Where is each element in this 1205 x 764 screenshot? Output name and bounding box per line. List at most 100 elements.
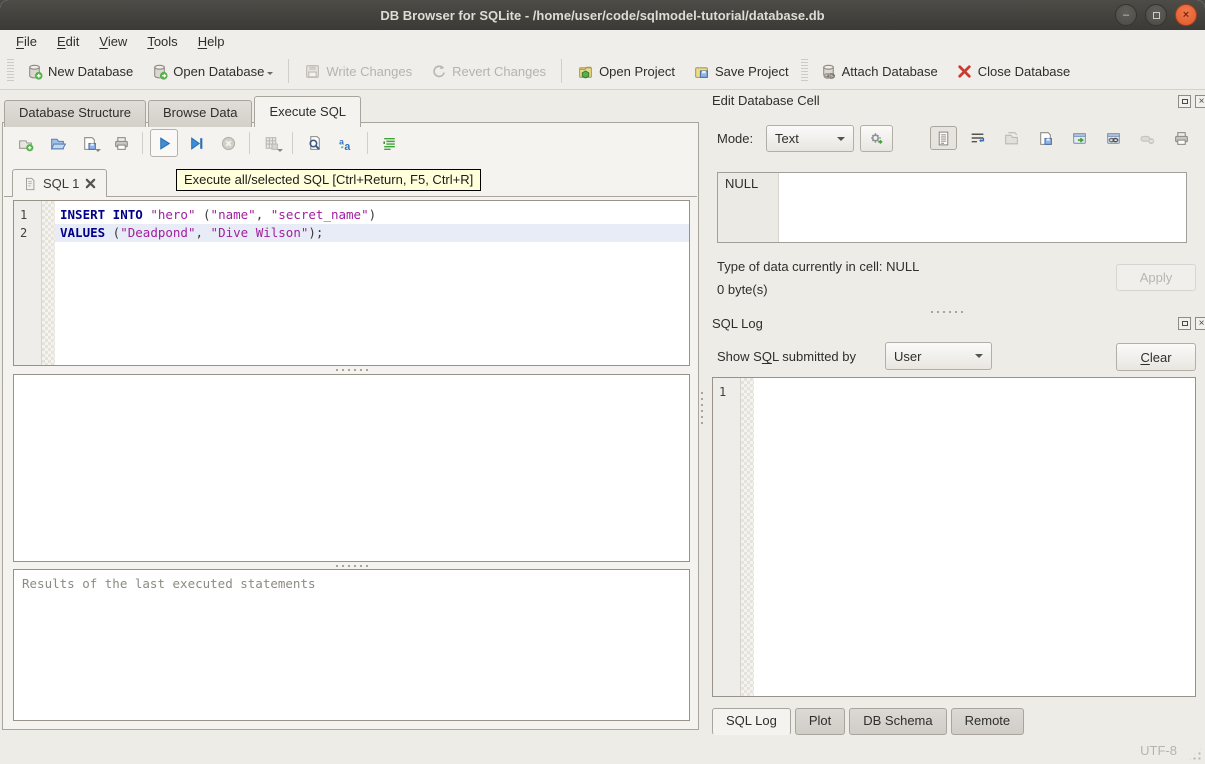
sql-editor[interactable]: 12 INSERT INTO "hero" ("name", "secret_n… [13,200,690,366]
save-sql-file-button[interactable] [75,129,103,157]
text-mode-button[interactable] [930,126,957,150]
find-button[interactable] [300,129,328,157]
main-toolbar: New Database Open Database Write Changes… [0,53,1205,90]
toolbar-drag-handle[interactable] [801,59,808,83]
sql-editor-fold-margin [42,201,55,365]
new-database-button[interactable]: New Database [17,58,142,85]
tab-browse-data[interactable]: Browse Data [148,100,252,127]
menu-file[interactable]: File [6,32,47,51]
close-tab-icon[interactable] [85,178,96,189]
open-database-dropdown-icon[interactable] [267,72,273,78]
sql-code-line[interactable]: VALUES ("Deadpond", "Dive Wilson"); [55,224,689,242]
close-dock-icon[interactable]: × [1195,95,1205,108]
status-bar: UTF-8 [0,736,1205,764]
toolbar-separator [561,59,562,83]
cell-settings-button[interactable] [860,125,893,152]
open-in-external-app-button[interactable] [1066,126,1093,150]
maximize-icon[interactable] [1145,4,1167,26]
word-wrap-icon [969,130,986,147]
dock-splitter[interactable] [928,310,964,314]
export-cell-data-button[interactable] [1032,126,1059,150]
execute-all-button[interactable] [150,129,178,157]
log-line-number: 1 [719,383,740,401]
execute-current-line-button[interactable] [182,129,210,157]
open-external-icon [1071,130,1088,147]
window-title: DB Browser for SQLite - /home/user/code/… [380,8,824,23]
text-document-icon [935,130,952,147]
attach-database-button[interactable]: Attach Database [811,58,947,85]
float-dock-icon[interactable] [1178,95,1191,108]
auto-completion-button[interactable]: aa [332,129,360,157]
cell-editor[interactable]: NULL [717,172,1187,243]
copy-link-button[interactable] [1100,126,1127,150]
open-database-icon [151,63,168,80]
main-splitter[interactable] [700,390,704,424]
save-file-dropdown-icon[interactable] [95,149,101,155]
sql-log-content[interactable] [754,378,1195,696]
cell-editor-text[interactable] [779,173,1186,242]
set-null-button[interactable] [1134,126,1161,150]
format-sql-button[interactable] [375,129,403,157]
tab-sql-log[interactable]: SQL Log [712,708,791,735]
sql-toolbar-separator [367,132,368,154]
print-sql-button[interactable] [107,129,135,157]
cell-value: NULL [718,173,779,242]
open-file-disabled-icon [1003,130,1020,147]
menu-edit[interactable]: Edit [47,32,89,51]
word-wrap-button[interactable] [964,126,991,150]
tab-execute-sql[interactable]: Execute SQL [254,96,361,127]
encoding-indicator: UTF-8 [1140,743,1177,758]
sql-code-line[interactable]: INSERT INTO "hero" ("name", "secret_name… [55,206,689,224]
tab-database-structure[interactable]: Database Structure [4,100,146,127]
tab-remote[interactable]: Remote [951,708,1025,735]
sql1-tab-label: SQL 1 [43,176,79,191]
sql-editor-code[interactable]: INSERT INTO "hero" ("name", "secret_name… [55,201,689,365]
sql-log-filter-select[interactable]: User [885,342,992,370]
write-changes-button[interactable]: Write Changes [295,58,421,85]
print-cell-button[interactable] [1168,126,1195,150]
menu-tools[interactable]: Tools [137,32,187,51]
float-dock-icon[interactable] [1178,317,1191,330]
results-messages[interactable]: Results of the last executed statements [13,569,690,721]
open-project-button[interactable]: Open Project [568,58,684,85]
menu-help[interactable]: Help [188,32,235,51]
import-cell-data-button[interactable] [998,126,1025,150]
editor-results-splitter[interactable] [333,368,369,372]
new-sql-tab-button[interactable] [11,129,39,157]
titlebar[interactable]: DB Browser for SQLite - /home/user/code/… [0,0,1205,30]
close-database-button[interactable]: Close Database [947,58,1080,85]
tab-plot[interactable]: Plot [795,708,845,735]
print-icon [1173,130,1190,147]
mode-select[interactable]: Text [766,125,854,152]
minimize-icon[interactable]: – [1115,4,1137,26]
results-messages-splitter[interactable] [333,564,369,568]
toolbar-separator [288,59,289,83]
apply-button[interactable]: Apply [1116,264,1196,291]
menu-view[interactable]: View [89,32,137,51]
close-dock-icon[interactable]: × [1195,317,1205,330]
svg-text:a: a [339,136,344,146]
sql-toolbar: aa [11,129,403,157]
chevron-down-icon [837,137,845,145]
auto-completion-icon: aa [338,135,355,152]
link-icon [1105,130,1122,147]
sql-editor-gutter: 12 [14,201,42,365]
results-grid[interactable] [13,374,690,562]
sql-log-editor[interactable]: 1 [712,377,1196,697]
toolbar-drag-handle[interactable] [7,59,14,83]
tab-db-schema[interactable]: DB Schema [849,708,946,735]
save-project-button[interactable]: Save Project [684,58,798,85]
revert-changes-button[interactable]: Revert Changes [421,58,555,85]
sql1-tab[interactable]: SQL 1 [12,169,107,197]
gear-icon [868,130,885,147]
open-sql-file-button[interactable] [43,129,71,157]
stop-execution-button[interactable] [214,129,242,157]
clear-log-button[interactable]: Clear [1116,343,1196,371]
main-tab-bar: Database Structure Browse Data Execute S… [4,96,363,127]
close-icon[interactable]: × [1175,4,1197,26]
save-project-icon [693,63,710,80]
open-database-button[interactable]: Open Database [142,58,282,85]
save-results-button[interactable] [257,129,285,157]
results-placeholder: Results of the last executed statements [22,576,316,591]
save-results-dropdown-icon[interactable] [277,149,283,155]
